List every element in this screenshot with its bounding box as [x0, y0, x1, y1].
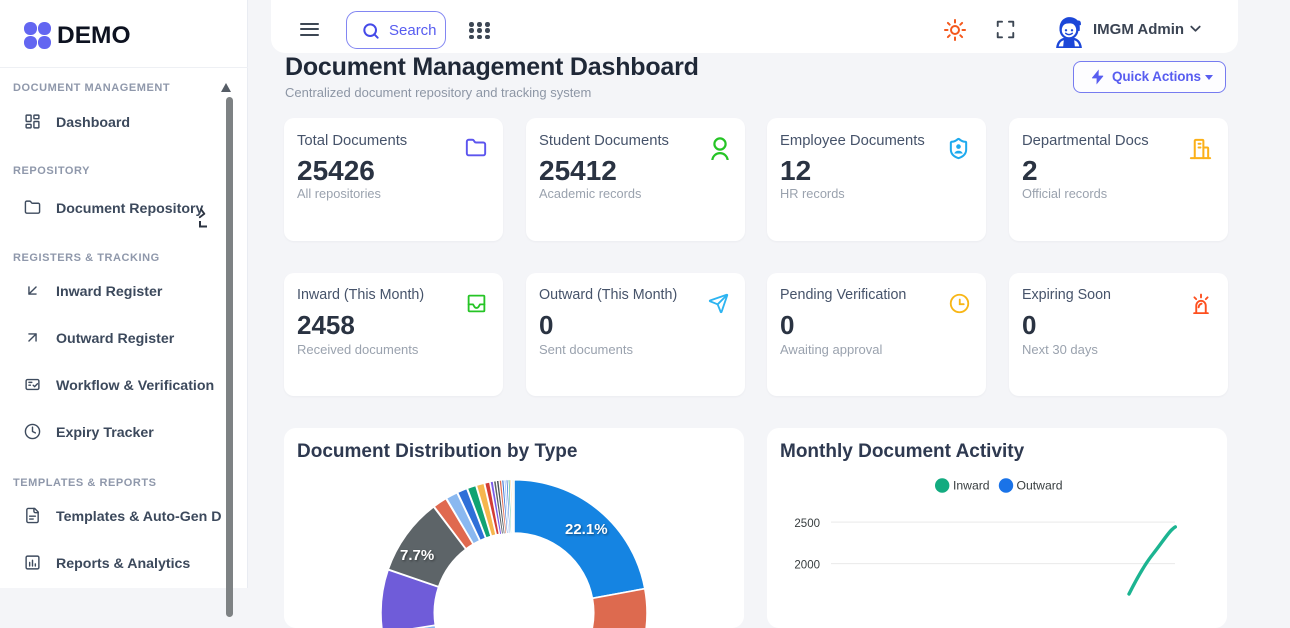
svg-text:2500: 2500	[794, 518, 820, 530]
svg-text:7.7%: 7.7%	[400, 547, 434, 564]
svg-text:22.1%: 22.1%	[565, 521, 608, 538]
svg-text:Inward: Inward	[953, 479, 990, 493]
svg-text:2000: 2000	[794, 559, 820, 571]
svg-text:Outward: Outward	[1017, 479, 1063, 493]
